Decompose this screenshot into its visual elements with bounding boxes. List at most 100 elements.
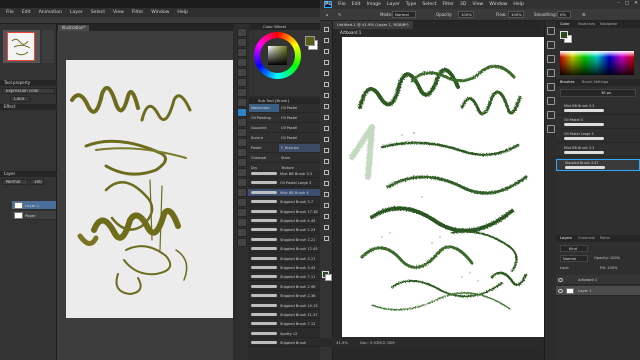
tool-button[interactable] [237,138,247,147]
tool-button[interactable] [237,158,247,167]
tool-button[interactable] [237,28,247,37]
brush-preset-item[interactable]: Stippled Brush 3.17 [248,255,320,263]
navigator-controls[interactable] [42,30,54,63]
menu-item[interactable]: View [113,10,124,15]
tab-paths[interactable]: Paths [600,235,610,242]
gradient-icon[interactable] [322,146,331,155]
visibility-eye-icon[interactable] [558,278,563,282]
subtool-brush-item[interactable]: Oil Pastel [279,104,320,113]
menu-item[interactable]: Select [422,2,436,7]
close-icon[interactable]: ✕ [634,1,638,6]
mode-select[interactable]: Normal [392,11,416,18]
brush-preset-item[interactable]: Stippled Brush 3.7 [248,198,320,207]
tool-button[interactable] [237,98,247,107]
zoom-icon[interactable] [322,234,331,243]
lasso-icon[interactable] [322,47,331,56]
tool-button[interactable] [237,48,247,57]
subtool-brush-item[interactable]: F_Hisauka [279,144,320,153]
brush-preset-item[interactable]: Stippled Brush 7.11 [248,273,320,282]
subtool-group-item[interactable]: Pastel [249,144,279,153]
subtool-brush-item[interactable]: Oil Pastel [279,114,320,123]
brush-preset-item[interactable]: Stippled Brush [248,339,320,348]
tool-button[interactable] [237,118,247,127]
foreground-color-swatch[interactable] [560,31,568,39]
brush-preset-item[interactable]: Stippled Brush 3.45 [248,264,320,272]
tool-button[interactable] [237,228,247,237]
menu-item[interactable]: File [338,2,346,7]
brush-preset-item[interactable]: Stippled Brush 12.45 [248,245,320,254]
navigator-panel[interactable] [3,30,40,63]
pen-icon[interactable] [322,179,331,188]
settings-gear-icon[interactable]: ⚙ [582,12,586,17]
tab-swatches[interactable]: Swatches [578,21,595,28]
maximize-icon[interactable]: □ [625,1,629,6]
flow-input[interactable]: 100% [508,11,524,18]
artboard-label[interactable]: Artboard 1 [340,30,361,35]
brush-size-field[interactable]: 36 px [560,89,636,97]
subtool-brush-item[interactable]: Oil Pastel [279,124,320,133]
tab-color[interactable]: Color [560,21,569,28]
menu-item[interactable]: Layer [70,10,83,15]
menu-item[interactable]: File [6,10,14,15]
layer-blend-mode[interactable]: Normal [560,255,588,262]
tool-button[interactable] [237,38,247,47]
brush-preset-item[interactable]: Stippled Brush 2.98 [248,283,320,291]
properties-icon[interactable] [547,41,555,49]
tool-button[interactable] [237,208,247,217]
paragraph-icon[interactable] [547,111,555,119]
tool-button[interactable] [237,178,247,187]
type-icon[interactable] [322,190,331,199]
history-brush-icon[interactable] [322,124,331,133]
main-color-swatch[interactable] [305,36,315,46]
brush-preset-item[interactable]: Mixt BB Brush 4 [248,188,320,197]
menu-item[interactable]: Help [513,2,523,7]
brush-preset-item[interactable]: Stippled Brush 7.12 [248,320,320,329]
brush-preset-item[interactable]: Oil Pastel 3 [556,117,640,129]
visibility-eye-icon[interactable] [558,289,563,293]
brush-preset-item[interactable]: Oil Pastel Large 3 [248,179,320,188]
layer-row-1[interactable]: Layer 1 [12,201,56,210]
brush-preset-item[interactable]: Stippled Brush 2.23 [248,226,320,235]
subtool-group-item[interactable]: Charcoal [249,154,279,163]
brush-preset-item[interactable]: Stippled Brush 3.47 [556,159,640,171]
brush-preset-item[interactable]: Stippled Brush 11.37 [248,311,320,319]
adjustments-icon[interactable] [547,55,555,63]
layer-row-paper[interactable]: Paper [12,211,56,220]
menu-item[interactable]: Layer [387,2,400,7]
menu-item[interactable]: Edit [352,2,361,7]
tool-button[interactable] [237,108,247,117]
tab-brush-settings[interactable]: Brush Settings [582,79,608,86]
menu-item[interactable]: Image [367,2,381,7]
menu-item[interactable]: View [472,2,483,7]
subtool-brush-item[interactable]: Stam [279,154,320,163]
shape-icon[interactable] [322,212,331,221]
menu-item[interactable]: Filter [443,2,454,7]
subtool-group-item[interactable]: Gouache [249,124,279,133]
dodge-icon[interactable] [322,168,331,177]
navigator-preview[interactable] [7,32,35,61]
menu-item[interactable]: Help [177,10,187,15]
brush-preset-item[interactable]: Oil Pastel Large 3 [556,131,640,143]
brush-preset-item[interactable]: Stippled Brush 2.36 [248,292,320,301]
menu-item[interactable]: 3D [460,2,466,7]
layer-opacity[interactable]: 100 [30,179,44,185]
hand-icon[interactable] [322,223,331,232]
menu-item[interactable]: Animation [39,10,62,15]
subtool-brush-item[interactable]: Oil Pastel [279,134,320,143]
tool-button[interactable] [237,238,247,247]
healing-icon[interactable] [322,91,331,100]
saturation-value-square[interactable] [268,46,287,65]
brush-preset-item[interactable]: Stippled Brush 17.38 [248,208,320,216]
quick-select-icon[interactable] [322,58,331,67]
subtool-group-item[interactable]: Oil Painting [249,114,279,123]
opacity-input[interactable]: 100% [458,11,474,18]
brush-preset-item[interactable]: Mixt BB Brush 3.3 [556,103,640,115]
tab-brushes[interactable]: Brushes [560,79,574,86]
layer-kind-filter[interactable]: Kind [560,245,588,252]
menu-item[interactable]: Window [489,2,507,7]
stamp-icon[interactable] [322,113,331,122]
history-icon[interactable] [547,27,555,35]
layer-blend-mode[interactable]: Normal [2,179,28,185]
tab-channels[interactable]: Channels [578,235,595,242]
minimize-icon[interactable]: – [618,1,620,6]
